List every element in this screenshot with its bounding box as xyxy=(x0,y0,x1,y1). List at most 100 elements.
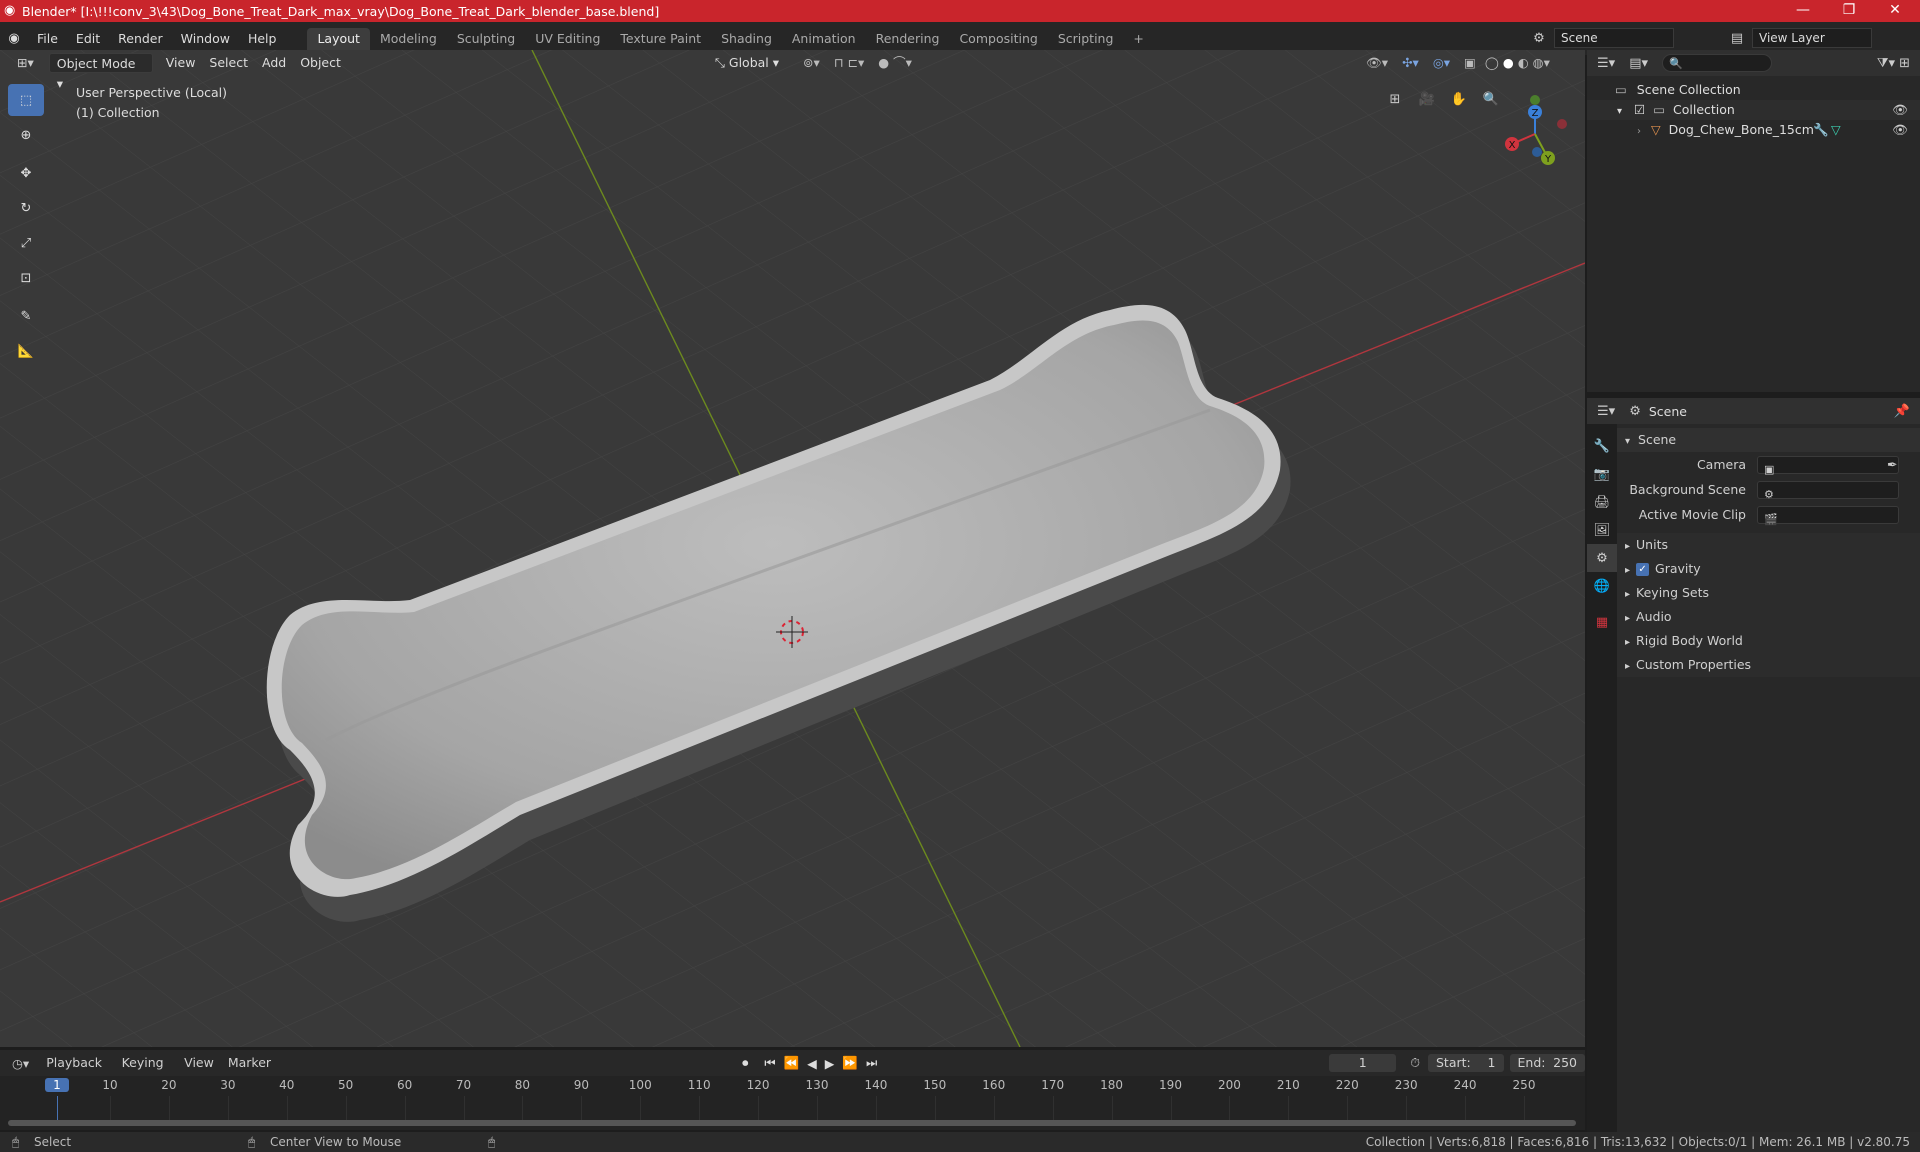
outliner-editor-icon[interactable]: ☰▾ xyxy=(1597,56,1615,71)
transform-tool[interactable]: ⊡ xyxy=(8,262,44,294)
gravity-checkbox[interactable]: ✓ xyxy=(1636,563,1650,576)
jump-end-icon[interactable]: ⏭ xyxy=(866,1055,877,1071)
maximize-button[interactable]: ❐ xyxy=(1826,0,1872,22)
pan-hand-icon[interactable]: ✋ xyxy=(1446,86,1472,112)
pin-icon[interactable]: 📌 xyxy=(1894,404,1910,419)
playback-menu[interactable]: Playback ▾ xyxy=(39,1053,114,1090)
editor-type-icon[interactable]: ⊞▾ xyxy=(10,53,41,73)
active-movie-clip-field[interactable]: 🎬 xyxy=(1757,506,1899,526)
transform-orientation-dropdown[interactable]: ⤡ Global ▾ xyxy=(708,53,786,73)
view-layer-name-field[interactable]: View Layer xyxy=(1752,28,1872,48)
expand-arrow-icon[interactable]: › xyxy=(1637,126,1641,137)
add-workspace-button[interactable]: + xyxy=(1123,28,1153,50)
timeline-view-menu[interactable]: View xyxy=(177,1053,221,1073)
view-layer-tab-icon[interactable]: 🖼 xyxy=(1587,516,1617,544)
rotate-tool[interactable]: ↻ xyxy=(8,192,44,224)
render-tab-icon[interactable]: 📷 xyxy=(1587,460,1617,488)
navigation-gizmo[interactable]: Z X Y xyxy=(1490,92,1580,172)
tab-scripting[interactable]: Scripting xyxy=(1048,28,1124,50)
cursor-tool[interactable]: ⊕ xyxy=(8,119,44,151)
minimize-button[interactable]: — xyxy=(1780,0,1826,22)
proportional-edit-icon[interactable]: ● ⌒▾ xyxy=(871,53,919,73)
material-shading-icon[interactable]: ◐ xyxy=(1516,53,1531,73)
jump-start-icon[interactable]: ⏮ xyxy=(764,1055,775,1071)
units-panel-header[interactable]: ▸ Units xyxy=(1617,533,1920,557)
tab-shading[interactable]: Shading xyxy=(711,28,782,50)
exclude-checkbox[interactable]: ☑ xyxy=(1634,102,1645,117)
xray-icon[interactable]: ▣ xyxy=(1457,53,1483,73)
camera-field[interactable]: ▣ xyxy=(1757,456,1899,476)
close-button[interactable]: ✕ xyxy=(1872,0,1918,22)
tab-rendering[interactable]: Rendering xyxy=(866,28,950,50)
pivot-point-icon[interactable]: ⊚▾ xyxy=(796,53,827,73)
view-layer-selector[interactable]: ▤ View Layer xyxy=(1722,27,1912,49)
tab-modeling[interactable]: Modeling xyxy=(370,28,447,50)
keying-menu[interactable]: Keying ▾ xyxy=(115,1053,178,1090)
scene-panel-header[interactable]: ▾ Scene xyxy=(1617,428,1920,452)
tab-texture-paint[interactable]: Texture Paint xyxy=(610,28,711,50)
grid-view-icon[interactable]: ⊞ xyxy=(1382,86,1408,112)
camera-view-icon[interactable]: 🎥 xyxy=(1414,86,1440,112)
annotate-tool[interactable]: ✎ xyxy=(8,300,44,332)
play-icon[interactable]: ▶ xyxy=(825,1056,835,1071)
current-frame-field[interactable]: 1 xyxy=(1329,1054,1397,1072)
visibility-icon[interactable]: 👁▾ xyxy=(1359,53,1395,73)
menu-select[interactable]: Select xyxy=(202,53,255,73)
outliner-row-scene-collection[interactable]: ▭ Scene Collection xyxy=(1587,80,1920,100)
solid-shading-icon[interactable]: ● xyxy=(1501,53,1516,73)
world-tab-icon[interactable]: 🌐 xyxy=(1587,572,1617,600)
scene-tab-icon[interactable]: ⚙ xyxy=(1587,544,1617,572)
menu-object[interactable]: Object xyxy=(293,53,348,73)
snap-icon[interactable]: ⊓ ⊏▾ xyxy=(827,53,871,73)
tab-layout[interactable]: Layout xyxy=(307,28,370,50)
tab-compositing[interactable]: Compositing xyxy=(949,28,1047,50)
tab-uv-editing[interactable]: UV Editing xyxy=(525,28,610,50)
timeline-editor-icon[interactable]: ◷▾ xyxy=(12,1056,29,1071)
play-reverse-icon[interactable]: ◀ xyxy=(807,1056,817,1071)
keying-sets-panel-header[interactable]: ▸ Keying Sets xyxy=(1617,581,1920,605)
scene-selector[interactable]: ⚙ Scene xyxy=(1524,27,1694,49)
rendered-shading-icon[interactable]: ◍▾ xyxy=(1531,53,1552,73)
background-scene-field[interactable]: ⚙ xyxy=(1757,481,1899,501)
texture-tab-icon[interactable]: ▦ xyxy=(1587,608,1617,636)
custom-properties-panel-header[interactable]: ▸ Custom Properties xyxy=(1617,653,1920,677)
outliner-row-collection[interactable]: ▾ ☑ ▭ Collection 👁 xyxy=(1587,100,1920,120)
end-frame-field[interactable]: End: 250 xyxy=(1509,1054,1586,1072)
eyedropper-icon[interactable]: ✒ xyxy=(1887,453,1897,477)
outliner-row-object[interactable]: › ▽ Dog_Chew_Bone_15cm 🔧 ▽ 👁 xyxy=(1587,120,1920,140)
timeline-scrollbar[interactable] xyxy=(8,1120,1576,1126)
marker-menu[interactable]: Marker xyxy=(221,1053,278,1073)
blender-menu-icon[interactable]: ◉ xyxy=(0,31,28,46)
wireframe-shading-icon[interactable]: ◯ xyxy=(1483,53,1501,73)
tab-animation[interactable]: Animation xyxy=(782,28,866,50)
rigid-body-world-panel-header[interactable]: ▸ Rigid Body World xyxy=(1617,629,1920,653)
audio-panel-header[interactable]: ▸ Audio xyxy=(1617,605,1920,629)
outliner-search-input[interactable]: 🔍 xyxy=(1662,54,1772,72)
menu-add[interactable]: Add xyxy=(255,53,293,73)
gizmo-toggle-icon[interactable]: ✣▾ xyxy=(1395,53,1426,73)
tool-tab-icon[interactable]: 🔧 xyxy=(1587,432,1617,460)
scene-name-field[interactable]: Scene xyxy=(1554,28,1674,48)
jump-keyframe-back-icon[interactable]: ⏪ xyxy=(784,1055,800,1071)
select-box-tool[interactable]: ⬚ xyxy=(8,84,44,116)
tab-sculpting[interactable]: Sculpting xyxy=(447,28,525,50)
eye-icon[interactable]: 👁 xyxy=(1892,120,1908,140)
output-tab-icon[interactable]: 🖨 xyxy=(1587,488,1617,516)
move-tool[interactable]: ✥ xyxy=(8,157,44,189)
scale-tool[interactable]: ⤢ xyxy=(8,227,44,259)
display-mode-icon[interactable]: ▤▾ xyxy=(1629,56,1648,71)
timeline-ruler[interactable]: 1 10 20 30 40 50 60 70 80 90 100 110 120 130 140 150 160… xyxy=(0,1076,1585,1130)
overlay-toggle-icon[interactable]: ◎▾ xyxy=(1426,53,1457,73)
expand-arrow-icon[interactable]: ▾ xyxy=(1617,106,1622,117)
eye-icon[interactable]: 👁 xyxy=(1892,100,1908,120)
record-icon[interactable]: ⏺ xyxy=(742,1055,748,1071)
modifier-wrench-icon[interactable]: 🔧 xyxy=(1813,120,1829,140)
menu-view[interactable]: View xyxy=(159,53,203,73)
properties-editor-icon[interactable]: ☰▾ xyxy=(1597,404,1615,419)
current-frame-indicator[interactable]: 1 xyxy=(45,1078,69,1092)
mesh-data-icon[interactable]: ▽ xyxy=(1831,120,1841,140)
3d-viewport[interactable]: ⊞▾ Object Mode ▾ View Select Add Object … xyxy=(0,50,1585,1047)
start-frame-field[interactable]: Start: 1 xyxy=(1427,1054,1504,1072)
stopwatch-icon[interactable]: ⏱ xyxy=(1410,1055,1420,1071)
gravity-panel-header[interactable]: ▸ ✓ Gravity xyxy=(1617,557,1920,581)
